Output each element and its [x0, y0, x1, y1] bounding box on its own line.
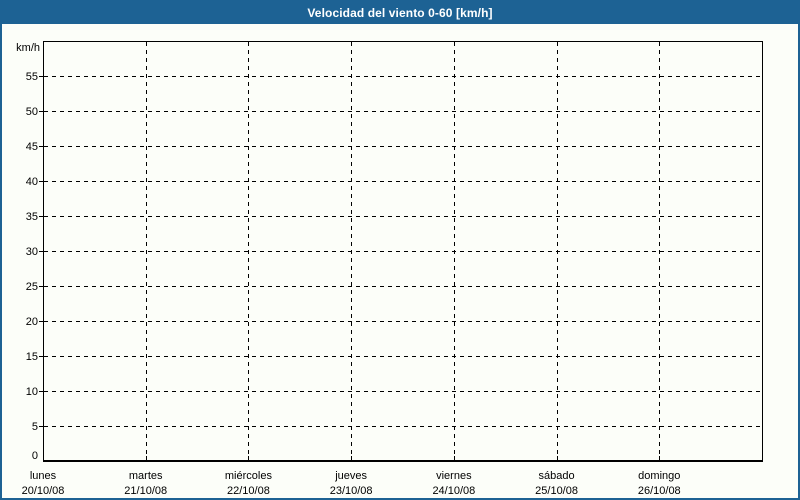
y-tick-label: 45: [26, 141, 38, 153]
chart-window: Velocidad del viento 0-60 [km/h] 0510152…: [0, 0, 800, 500]
x-day-label: miércoles: [225, 470, 273, 482]
y-tick-label: 10: [26, 386, 38, 398]
x-date-label: 25/10/08: [535, 485, 578, 497]
y-tick-label: 55: [26, 71, 38, 83]
y-axis-unit-label: km/h: [16, 42, 40, 54]
x-day-label: sábado: [539, 470, 575, 482]
x-date-label: 24/10/08: [432, 485, 475, 497]
y-tick-label: 40: [26, 176, 38, 188]
y-tick-label: 30: [26, 246, 38, 258]
x-day-label: lunes: [30, 470, 57, 482]
y-tick-label: 0: [32, 450, 38, 462]
y-tick-label: 35: [26, 211, 38, 223]
y-tick-label: 5: [32, 421, 38, 433]
x-date-label: 22/10/08: [227, 485, 270, 497]
x-day-label: viernes: [436, 470, 472, 482]
y-tick-label: 50: [26, 106, 38, 118]
x-day-label: martes: [129, 470, 163, 482]
x-day-label: jueves: [334, 470, 367, 482]
x-date-label: 23/10/08: [330, 485, 373, 497]
y-tick-label: 20: [26, 316, 38, 328]
x-date-label: 26/10/08: [638, 485, 681, 497]
y-tick-label: 15: [26, 351, 38, 363]
x-day-label: domingo: [638, 470, 680, 482]
x-date-label: 20/10/08: [22, 485, 65, 497]
x-date-label: 21/10/08: [124, 485, 167, 497]
y-tick-label: 25: [26, 281, 38, 293]
wind-speed-chart-canvas: 0 5 10 15 20 25 30 35 40 45 50 55 km/h lunes 20/10/08 m…: [2, 2, 800, 500]
